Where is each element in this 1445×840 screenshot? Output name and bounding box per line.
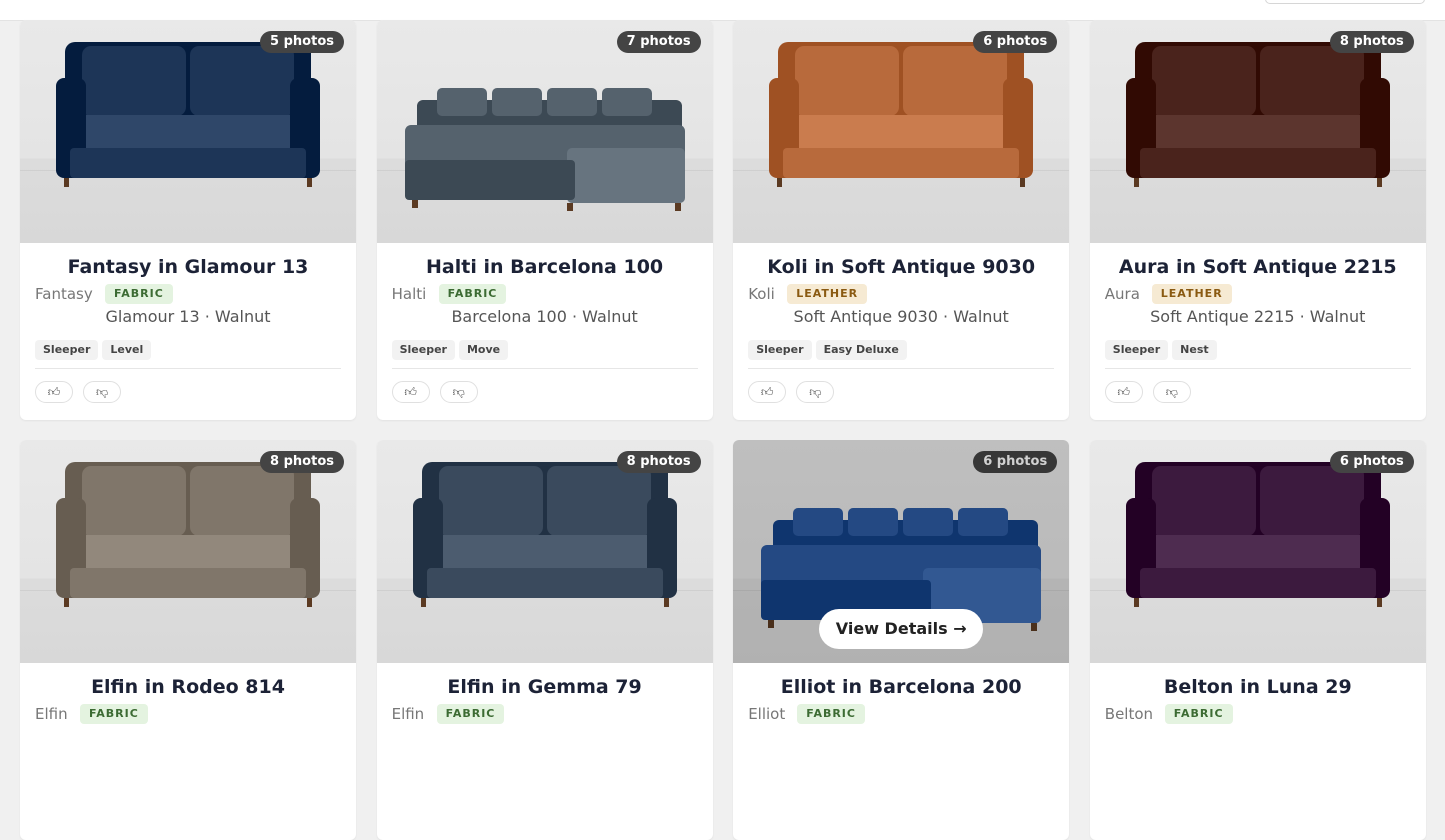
thumbs-up-icon: 👍︎ bbox=[760, 385, 774, 399]
product-title[interactable]: Koli in Soft Antique 9030 bbox=[733, 256, 1069, 278]
product-photo[interactable]: 6 photos View Details → bbox=[733, 440, 1070, 663]
product-card[interactable]: 6 photos Belton in Luna 29 Belton FABRIC bbox=[1089, 440, 1426, 840]
fabric-finish-text: Glamour 13 · Walnut bbox=[105, 307, 271, 326]
view-details-button[interactable]: View Details → bbox=[819, 609, 984, 649]
thumbs-up-button[interactable]: 👍︎ bbox=[1104, 381, 1143, 403]
vote-buttons: 👍︎ 👎︎ bbox=[35, 381, 126, 403]
brand-name: Halti bbox=[391, 285, 427, 303]
material-badge: FABRIC bbox=[797, 704, 865, 724]
product-meta: Belton FABRIC bbox=[1105, 702, 1411, 726]
fabric-finish-text: Soft Antique 9030 · Walnut bbox=[793, 307, 1009, 326]
vote-buttons: 👍︎ 👎︎ bbox=[748, 381, 839, 403]
product-grid: 5 photos Fantasy in Glamour 13 Fantasy F… bbox=[20, 20, 1426, 840]
material-badge: LEATHER bbox=[1151, 284, 1232, 304]
product-card[interactable]: 8 photos Elfin in Rodeo 814 Elfin FABRIC bbox=[20, 440, 356, 840]
tag: Nest bbox=[1172, 340, 1217, 360]
divider bbox=[35, 368, 341, 369]
divider bbox=[1104, 368, 1411, 369]
tag-list: Sleeper Level bbox=[35, 338, 155, 360]
tag: Sleeper bbox=[1104, 340, 1169, 360]
tag: Sleeper bbox=[391, 340, 455, 360]
product-title[interactable]: Belton in Luna 29 bbox=[1090, 676, 1426, 698]
material-badge: LEATHER bbox=[787, 284, 868, 304]
fabric-finish-text: Barcelona 100 · Walnut bbox=[451, 307, 638, 326]
tag: Sleeper bbox=[748, 340, 812, 360]
brand-name: Fantasy bbox=[35, 285, 93, 303]
thumbs-down-icon: 👎︎ bbox=[1165, 385, 1178, 399]
thumbs-down-button[interactable]: 👎︎ bbox=[1152, 381, 1191, 403]
photo-count-badge: 6 photos bbox=[1329, 451, 1414, 473]
product-title[interactable]: Elliot in Barcelona 200 bbox=[733, 676, 1069, 698]
tag-list: Sleeper Nest bbox=[1104, 338, 1221, 360]
divider bbox=[748, 368, 1055, 369]
product-card[interactable]: 6 photos View Details → Elliot in Barcel… bbox=[733, 440, 1070, 840]
tag: Level bbox=[102, 340, 152, 360]
tag-list: Sleeper Move bbox=[391, 338, 513, 360]
search-input[interactable] bbox=[1265, 0, 1425, 4]
brand-name: Elfin bbox=[391, 705, 425, 723]
photo-count-badge: 8 photos bbox=[1329, 31, 1414, 53]
product-title[interactable]: Aura in Soft Antique 2215 bbox=[1090, 256, 1426, 278]
product-photo[interactable]: 8 photos bbox=[20, 440, 356, 663]
photo-count-badge: 8 photos bbox=[616, 451, 701, 473]
product-card[interactable]: 8 photos Aura in Soft Antique 2215 Aura … bbox=[1089, 20, 1426, 420]
product-meta: Elliot FABRIC bbox=[748, 702, 1054, 726]
brand-name: Elliot bbox=[748, 705, 786, 723]
thumbs-up-button[interactable]: 👍︎ bbox=[748, 381, 787, 403]
brand-name: Elfin bbox=[35, 705, 68, 723]
product-meta: Aura LEATHER bbox=[1105, 282, 1411, 306]
thumbs-up-icon: 👍︎ bbox=[47, 385, 61, 399]
brand-name: Belton bbox=[1104, 705, 1154, 723]
product-meta: Elfin FABRIC bbox=[392, 702, 698, 726]
tag: Easy Deluxe bbox=[815, 340, 907, 360]
brand-name: Koli bbox=[748, 285, 775, 303]
thumbs-up-button[interactable]: 👍︎ bbox=[391, 381, 430, 403]
vote-buttons: 👍︎ 👎︎ bbox=[1104, 381, 1196, 403]
product-photo[interactable]: 6 photos bbox=[1089, 440, 1426, 663]
photo-count-badge: 7 photos bbox=[616, 31, 701, 53]
thumbs-up-icon: 👍︎ bbox=[1117, 385, 1131, 399]
photo-count-badge: 5 photos bbox=[260, 31, 344, 53]
product-photo[interactable]: 8 photos bbox=[376, 440, 713, 663]
thumbs-down-button[interactable]: 👎︎ bbox=[83, 381, 122, 403]
product-meta: Halti FABRIC bbox=[392, 282, 698, 306]
photo-count-badge: 8 photos bbox=[260, 451, 344, 473]
product-card[interactable]: 8 photos Elfin in Gemma 79 Elfin FABRIC bbox=[376, 440, 713, 840]
material-badge: FABRIC bbox=[436, 704, 505, 724]
material-badge: FABRIC bbox=[105, 284, 173, 304]
thumbs-down-icon: 👎︎ bbox=[96, 385, 109, 399]
product-meta: Koli LEATHER bbox=[748, 282, 1054, 306]
thumbs-down-icon: 👎︎ bbox=[452, 385, 465, 399]
material-badge: FABRIC bbox=[1164, 704, 1233, 724]
product-card[interactable]: 7 photos Halti in Barcelona 100 Halti FA… bbox=[376, 20, 713, 420]
product-photo[interactable]: 6 photos bbox=[733, 20, 1070, 243]
product-title[interactable]: Elfin in Rodeo 814 bbox=[20, 676, 356, 698]
top-bar bbox=[0, 0, 1445, 21]
thumbs-up-icon: 👍︎ bbox=[404, 385, 417, 399]
product-photo[interactable]: 7 photos bbox=[376, 20, 713, 243]
product-meta: Fantasy FABRIC bbox=[35, 282, 341, 306]
product-card[interactable]: 6 photos Koli in Soft Antique 9030 Koli … bbox=[733, 20, 1070, 420]
thumbs-up-button[interactable]: 👍︎ bbox=[35, 381, 73, 403]
divider bbox=[391, 368, 698, 369]
vote-buttons: 👍︎ 👎︎ bbox=[391, 381, 483, 403]
thumbs-down-button[interactable]: 👎︎ bbox=[439, 381, 478, 403]
tag-list: Sleeper Easy Deluxe bbox=[748, 338, 911, 360]
material-badge: FABRIC bbox=[80, 704, 148, 724]
fabric-finish-text: Soft Antique 2215 · Walnut bbox=[1150, 307, 1366, 326]
product-photo[interactable]: 5 photos bbox=[20, 20, 356, 243]
product-title[interactable]: Halti in Barcelona 100 bbox=[377, 256, 713, 278]
product-title[interactable]: Fantasy in Glamour 13 bbox=[20, 256, 356, 278]
thumbs-down-button[interactable]: 👎︎ bbox=[796, 381, 835, 403]
material-badge: FABRIC bbox=[438, 284, 507, 304]
product-meta: Elfin FABRIC bbox=[35, 702, 341, 726]
tag: Sleeper bbox=[35, 340, 99, 360]
photo-count-badge: 6 photos bbox=[973, 31, 1058, 53]
tag: Move bbox=[458, 340, 509, 360]
product-card[interactable]: 5 photos Fantasy in Glamour 13 Fantasy F… bbox=[20, 20, 356, 420]
product-title[interactable]: Elfin in Gemma 79 bbox=[377, 676, 713, 698]
thumbs-down-icon: 👎︎ bbox=[809, 385, 822, 399]
brand-name: Aura bbox=[1104, 285, 1140, 303]
product-photo[interactable]: 8 photos bbox=[1089, 20, 1426, 243]
